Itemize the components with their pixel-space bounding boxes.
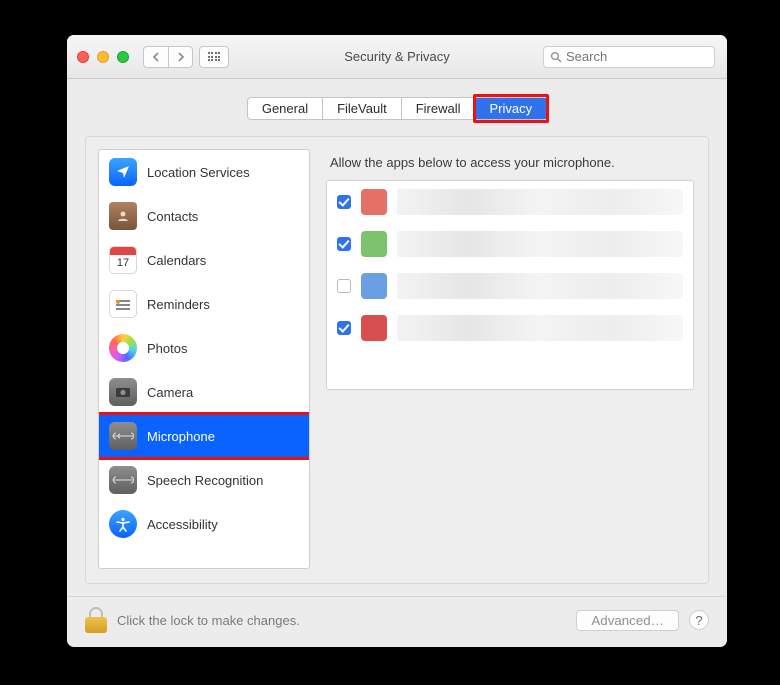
- search-field[interactable]: [543, 46, 715, 68]
- lock-icon[interactable]: [85, 607, 107, 633]
- sidebar-item-label: Accessibility: [147, 517, 218, 532]
- sidebar-item-accessibility[interactable]: Accessibility: [99, 502, 309, 546]
- sidebar-item-reminders[interactable]: Reminders: [99, 282, 309, 326]
- sidebar-item-label: Calendars: [147, 253, 206, 268]
- sidebar-item-camera[interactable]: Camera: [99, 370, 309, 414]
- tab-bar: General FileVault Firewall Privacy: [247, 97, 547, 120]
- content: General FileVault Firewall Privacy Locat…: [67, 79, 727, 647]
- sidebar-item-location[interactable]: Location Services: [99, 150, 309, 194]
- sidebar-item-label: Photos: [147, 341, 187, 356]
- contacts-icon: [109, 202, 137, 230]
- privacy-category-list[interactable]: Location Services Contacts 17 Calendars: [98, 149, 310, 569]
- sidebar-item-calendars[interactable]: 17 Calendars: [99, 238, 309, 282]
- chevron-right-icon: [177, 52, 185, 62]
- app-row[interactable]: [327, 265, 693, 307]
- sidebar-item-label: Contacts: [147, 209, 198, 224]
- app-icon: [361, 189, 387, 215]
- app-icon: [361, 273, 387, 299]
- tab-privacy[interactable]: Privacy: [476, 98, 547, 119]
- permission-checkbox[interactable]: [337, 321, 351, 335]
- sidebar-item-speech[interactable]: Speech Recognition: [99, 458, 309, 502]
- lock-text: Click the lock to make changes.: [117, 613, 300, 628]
- advanced-button[interactable]: Advanced…: [576, 610, 679, 631]
- forward-button[interactable]: [168, 46, 193, 68]
- app-row[interactable]: [327, 223, 693, 265]
- close-window[interactable]: [77, 51, 89, 63]
- app-icon: [361, 315, 387, 341]
- chevron-left-icon: [152, 52, 160, 62]
- tab-general[interactable]: General: [248, 98, 323, 119]
- sidebar-item-label: Location Services: [147, 165, 250, 180]
- sidebar-item-label: Speech Recognition: [147, 473, 263, 488]
- location-icon: [109, 158, 137, 186]
- back-button[interactable]: [143, 46, 168, 68]
- zoom-window[interactable]: [117, 51, 129, 63]
- tab-firewall[interactable]: Firewall: [402, 98, 476, 119]
- app-icon: [361, 231, 387, 257]
- sidebar-item-contacts[interactable]: Contacts: [99, 194, 309, 238]
- camera-icon: [109, 378, 137, 406]
- window-controls: [77, 51, 129, 63]
- reminders-icon: [109, 290, 137, 318]
- app-name-redacted: [397, 315, 683, 341]
- sidebar-item-label: Camera: [147, 385, 193, 400]
- app-name-redacted: [397, 189, 683, 215]
- tab-filevault[interactable]: FileVault: [323, 98, 402, 119]
- minimize-window[interactable]: [97, 51, 109, 63]
- toolbar-nav: [143, 46, 229, 68]
- permission-checkbox[interactable]: [337, 237, 351, 251]
- detail-pane: Allow the apps below to access your micr…: [326, 149, 694, 569]
- app-row[interactable]: [327, 181, 693, 223]
- panel: Location Services Contacts 17 Calendars: [85, 136, 709, 584]
- permission-checkbox[interactable]: [337, 279, 351, 293]
- app-name-redacted: [397, 273, 683, 299]
- microphone-icon: [109, 422, 137, 450]
- help-button[interactable]: ?: [689, 610, 709, 630]
- calendar-icon: 17: [109, 246, 137, 274]
- titlebar: Security & Privacy: [67, 35, 727, 79]
- show-all-button[interactable]: [199, 46, 229, 68]
- sidebar-item-microphone[interactable]: Microphone: [99, 414, 309, 458]
- speech-icon: [109, 466, 137, 494]
- app-name-redacted: [397, 231, 683, 257]
- app-permission-list[interactable]: [326, 180, 694, 390]
- photos-icon: [109, 334, 137, 362]
- search-input[interactable]: [566, 49, 708, 64]
- tabs-row: General FileVault Firewall Privacy: [67, 79, 727, 126]
- preferences-window: Security & Privacy General FileVault Fir…: [67, 35, 727, 647]
- sidebar-item-photos[interactable]: Photos: [99, 326, 309, 370]
- app-row[interactable]: [327, 307, 693, 349]
- permission-checkbox[interactable]: [337, 195, 351, 209]
- sidebar-item-label: Reminders: [147, 297, 210, 312]
- accessibility-icon: [109, 510, 137, 538]
- search-icon: [550, 51, 562, 63]
- sidebar-item-label: Microphone: [147, 429, 215, 444]
- pane-description: Allow the apps below to access your micr…: [326, 149, 694, 180]
- footer: Click the lock to make changes. Advanced…: [67, 596, 727, 647]
- grid-icon: [208, 52, 221, 61]
